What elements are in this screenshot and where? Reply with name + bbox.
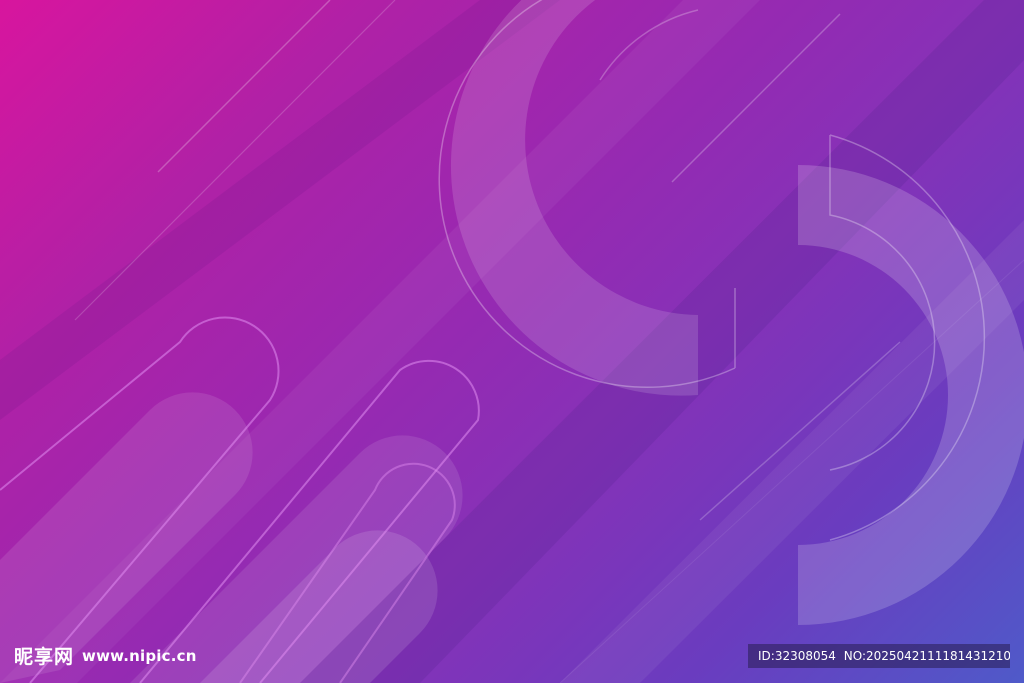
background-canvas: 昵享网 www.nipic.cn ID:32308054 NO:20250421… bbox=[0, 0, 1024, 683]
abstract-shapes bbox=[0, 0, 1024, 683]
streak-line bbox=[74, 0, 396, 321]
logo-text: 昵享网 bbox=[14, 646, 75, 668]
site-url: www.nipic.cn bbox=[82, 646, 197, 665]
image-id: ID:32308054 bbox=[758, 649, 836, 663]
image-id-badge: ID:32308054 NO:20250421111814312105 bbox=[748, 644, 1010, 668]
watermark-logo: 昵享网 www.nipic.cn bbox=[14, 642, 197, 669]
image-number: NO:20250421111814312105 bbox=[843, 649, 1010, 663]
